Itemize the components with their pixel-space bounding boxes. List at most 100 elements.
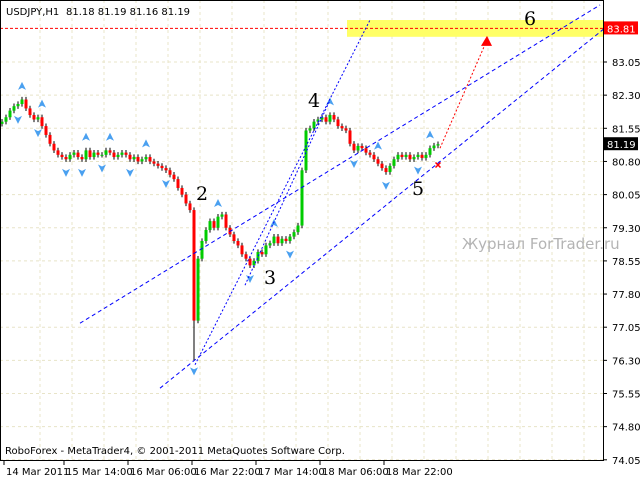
fractal-up-icon <box>38 99 46 108</box>
candle-body <box>412 157 416 160</box>
candle-body <box>260 252 264 255</box>
candle-body <box>200 241 204 259</box>
fractal-up-icon <box>214 199 222 208</box>
candle-body <box>148 157 152 162</box>
candle-body <box>268 243 272 246</box>
candle-body <box>364 148 368 153</box>
candle-body <box>84 150 88 160</box>
candle-body <box>332 115 336 120</box>
candle-body <box>8 110 12 118</box>
candle-body <box>4 117 8 122</box>
candle-body <box>144 157 148 160</box>
candle-body <box>372 154 376 160</box>
plot-border <box>0 0 604 461</box>
candle-body <box>208 221 212 230</box>
forecast-arrow-line <box>439 39 488 149</box>
candle-body <box>124 152 128 155</box>
x-tick-label: 18 Mar 22:00 <box>386 467 453 478</box>
candle-body <box>236 241 240 246</box>
wave-label: 2 <box>196 183 208 205</box>
candle-body <box>436 144 440 146</box>
candle-body <box>88 150 92 158</box>
candle-body <box>128 154 132 160</box>
candle-body <box>292 232 296 237</box>
candle-body <box>96 152 100 155</box>
candle-body <box>196 258 200 321</box>
current-price-label: 81.19 <box>607 140 636 151</box>
candle-body <box>400 154 404 158</box>
candle-body <box>276 236 280 244</box>
candle-body <box>420 154 424 158</box>
wave-line-3-4 <box>244 99 331 286</box>
candle-body <box>92 152 96 158</box>
candle-body <box>284 238 288 242</box>
candle-body <box>380 163 384 169</box>
candle-body <box>428 148 432 155</box>
fractal-down-icon <box>246 274 254 283</box>
fractal-up-icon <box>106 132 114 141</box>
x-tick-label: 16 Mar 06:00 <box>130 467 197 478</box>
fractal-down-icon <box>62 168 70 177</box>
price-chart[interactable]: 2 3 4 5 6 83.05 82.30 81.55 80.80 80.05 79.30 78.5… <box>0 0 640 480</box>
y-tick-label: 78.55 <box>612 257 640 268</box>
fractal-down-icon <box>382 181 390 190</box>
candle-body <box>184 194 188 204</box>
candle-body <box>212 221 216 228</box>
fractal-down-icon <box>14 115 22 124</box>
wave-label: 6 <box>524 8 536 30</box>
candle-body <box>232 234 236 242</box>
y-tick-label: 82.30 <box>612 91 640 102</box>
candle-body <box>388 165 392 173</box>
candle-body <box>424 154 428 158</box>
candle-body <box>156 163 160 166</box>
candle-body <box>336 119 340 127</box>
candle-body <box>324 117 328 122</box>
y-tick-label: 74.80 <box>612 423 640 434</box>
x-tick-label: 18 Mar 06:00 <box>322 467 389 478</box>
symbol-label: USDJPY,H1 <box>6 7 59 18</box>
candle-body <box>44 126 48 135</box>
wave-label: 4 <box>308 90 320 112</box>
y-tick-label: 77.05 <box>612 323 640 334</box>
x-tick-label: 14 Mar 2011 <box>6 467 69 478</box>
y-tick-label: 77.80 <box>612 290 640 301</box>
candle-body <box>28 108 32 116</box>
candle-body <box>108 150 112 153</box>
candle-body <box>136 157 140 162</box>
candle-body <box>120 152 124 155</box>
candle-body <box>192 210 196 321</box>
candle-body <box>288 236 292 242</box>
y-tick-label: 79.30 <box>612 224 640 235</box>
target-price-label: 83.81 <box>607 24 636 35</box>
target-zone <box>0 20 603 37</box>
candle-body <box>116 154 120 158</box>
candle-body <box>308 128 312 131</box>
wave-line-2-6 <box>194 19 371 365</box>
watermark: Журнал ForTrader.ru <box>462 235 620 253</box>
wave-label: 5 <box>412 178 424 200</box>
candle-body <box>132 157 136 160</box>
candle-body <box>300 170 304 226</box>
candle-body <box>112 152 116 158</box>
candle-body <box>140 159 144 162</box>
candle-body <box>352 143 356 151</box>
fractal-up-icon <box>142 139 150 148</box>
x-tick-label: 15 Mar 14:00 <box>66 467 133 478</box>
candle-body <box>16 103 20 107</box>
fractal-down-icon <box>98 164 106 173</box>
candle-body <box>12 106 16 111</box>
candle-body <box>164 168 168 171</box>
candle-body <box>264 245 268 255</box>
candle-body <box>244 254 248 259</box>
candle-body <box>216 216 220 228</box>
candle-body <box>24 99 28 109</box>
candle-body <box>52 143 56 151</box>
candle-body <box>360 145 364 149</box>
ohlc-label: 81.18 81.19 81.16 81.19 <box>66 7 190 18</box>
candle-body <box>104 150 108 155</box>
candle-body <box>68 154 72 160</box>
candle-body <box>224 214 228 228</box>
fractal-up-icon <box>426 130 434 139</box>
candle-body <box>384 168 388 173</box>
candle-body <box>168 170 172 175</box>
